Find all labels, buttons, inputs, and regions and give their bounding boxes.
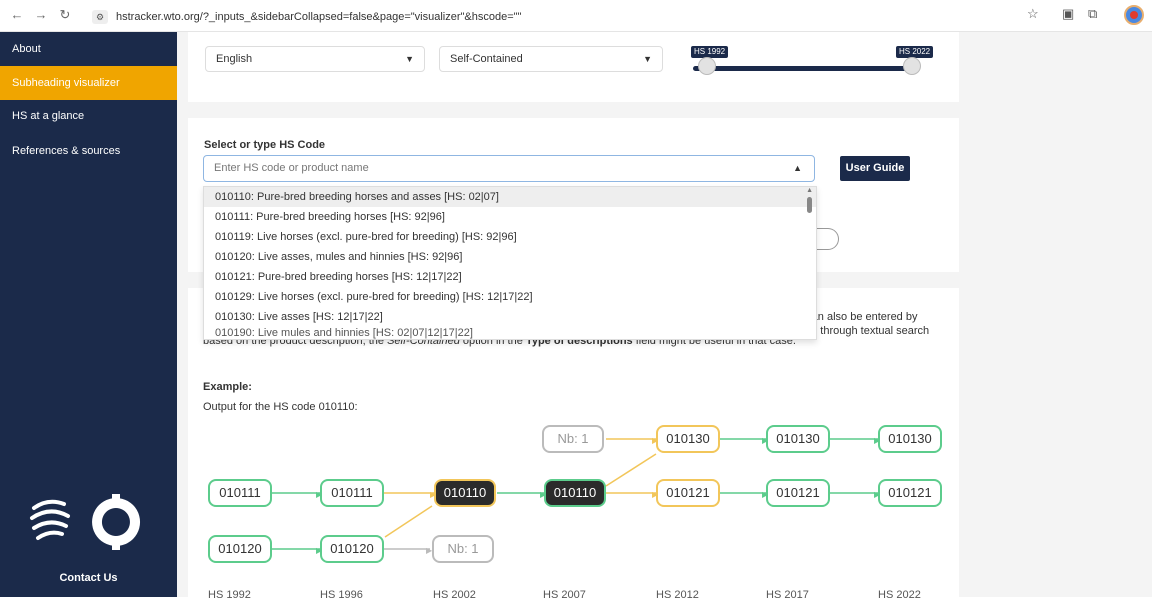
wco-logo (30, 494, 141, 550)
url-text: hstracker.wto.org/?_inputs_&sidebarColla… (116, 11, 522, 23)
edge (384, 505, 433, 538)
sidebar-item-hs-at-a-glance[interactable]: HS at a glance (0, 99, 177, 133)
diagram-node: 010111 (208, 479, 272, 507)
diagram-node-highlight: 010110 (544, 479, 606, 507)
sidebar-item-label: HS at a glance (12, 110, 85, 122)
dropdown-option[interactable]: 010110: Pure-bred breeding horses and as… (204, 187, 816, 207)
reload-icon[interactable]: ↻ (54, 7, 76, 23)
diagram-node: 010130 (656, 425, 720, 453)
diagram-node: 010121 (766, 479, 830, 507)
sidebar-item-label: About (12, 43, 41, 55)
profile-avatar[interactable] (1124, 5, 1144, 25)
dropdown-option[interactable]: 010121: Pure-bred breeding horses [HS: 1… (204, 267, 816, 287)
edge (605, 453, 657, 487)
dropdown-scrollbar[interactable] (807, 197, 812, 213)
hs-code-dropdown[interactable]: 010110: Pure-bred breeding horses and as… (203, 186, 817, 340)
dropdown-option[interactable]: 010129: Live horses (excl. pure-bred for… (204, 287, 816, 307)
address-bar[interactable]: ⚙ hstracker.wto.org/?_inputs_&sidebarCol… (92, 7, 982, 27)
diagram-node: 010130 (766, 425, 830, 453)
diagram-node: 010130 (878, 425, 942, 453)
extension-icon[interactable]: ▣ (1062, 6, 1074, 22)
dropdown-option[interactable]: 010111: Pure-bred breeding horses [HS: 9… (204, 207, 816, 227)
scroll-up-icon[interactable]: ▲ (806, 187, 813, 194)
diagram-node: Nb: 1 (542, 425, 604, 453)
puzzle-icon[interactable]: ⧉ (1088, 6, 1097, 22)
sidebar-item-label: References & sources (12, 145, 121, 157)
dropdown-option[interactable]: 010130: Live asses [HS: 12|17|22] (204, 307, 816, 327)
sidebar: About Subheading visualizer HS at a glan… (0, 32, 177, 597)
dropdown-option[interactable]: 010190: Live mules and hinnies [HS: 02|0… (204, 327, 816, 339)
sidebar-item-references[interactable]: References & sources (0, 134, 177, 168)
sidebar-item-subheading-visualizer[interactable]: Subheading visualizer (0, 66, 177, 100)
diagram-node: Nb: 1 (432, 535, 494, 563)
diagram-node: 010121 (878, 479, 942, 507)
diagram-node: 010120 (208, 535, 272, 563)
forward-icon[interactable]: → (30, 7, 52, 22)
diagram-node-highlight: 010110 (434, 479, 496, 507)
sidebar-item-label: Subheading visualizer (12, 77, 120, 89)
diagram-node: 010120 (320, 535, 384, 563)
browser-toolbar: ← → ↻ ⚙ hstracker.wto.org/?_inputs_&side… (0, 0, 1152, 32)
site-info-icon[interactable]: ⚙ (92, 10, 108, 24)
contact-us-link[interactable]: Contact Us (0, 572, 177, 584)
dropdown-option[interactable]: 010120: Live asses, mules and hinnies [H… (204, 247, 816, 267)
back-icon[interactable]: ← (6, 7, 28, 22)
diagram-node: 010121 (656, 479, 720, 507)
dropdown-option[interactable]: 010119: Live horses (excl. pure-bred for… (204, 227, 816, 247)
bookmark-star-icon[interactable]: ☆ (1027, 6, 1039, 22)
diagram-node: 010111 (320, 479, 384, 507)
sidebar-item-about[interactable]: About (0, 32, 177, 66)
